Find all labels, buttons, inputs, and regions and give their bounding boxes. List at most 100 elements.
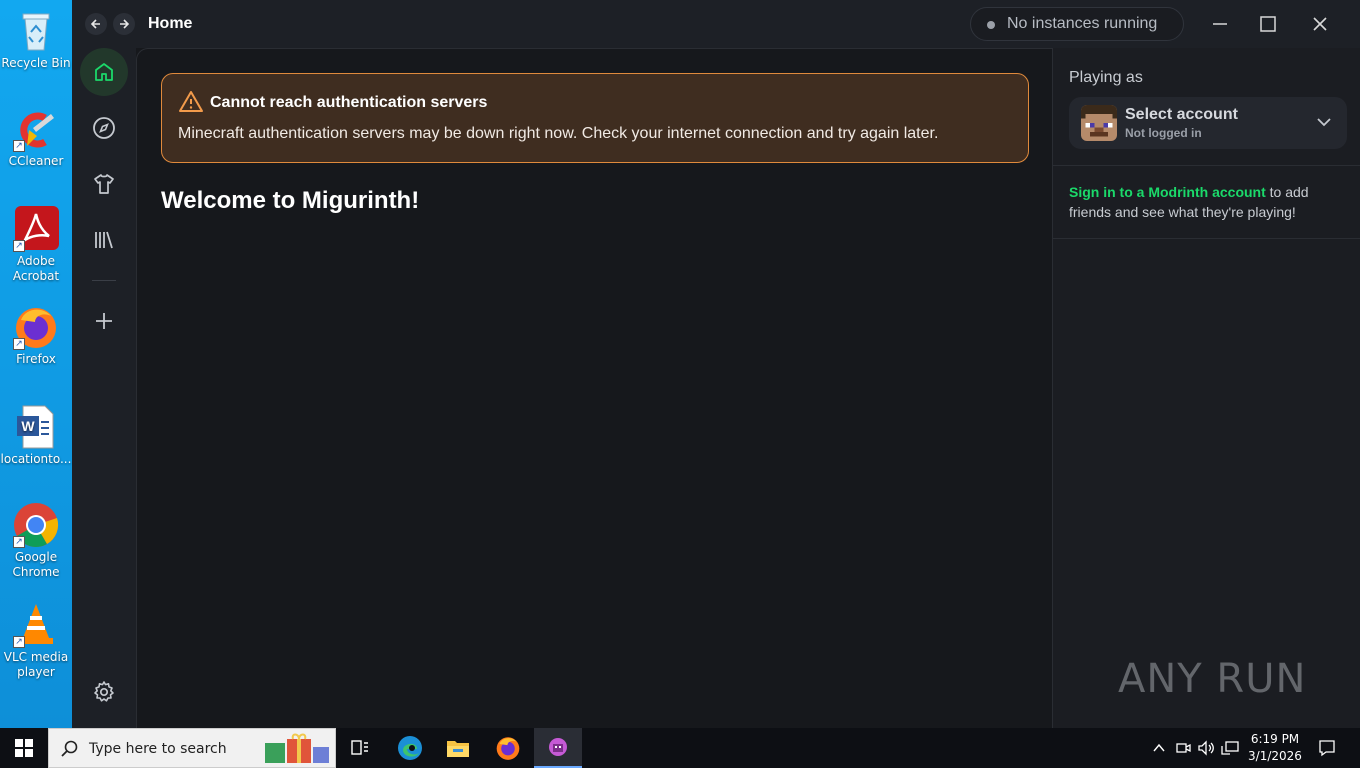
svg-text:W: W — [21, 418, 35, 434]
minimize-icon — [1213, 23, 1227, 25]
shortcut-arrow-icon: ↗ — [13, 240, 25, 252]
sidebar-item-browse[interactable] — [80, 104, 128, 152]
taskbar-clock[interactable]: 6:19 PM 3/1/2026 — [1240, 731, 1310, 765]
instances-status-button[interactable]: No instances running — [970, 7, 1184, 41]
desktop-icon-recycle-bin[interactable]: Recycle Bin — [0, 8, 72, 71]
anyrun-watermark: ANY RUN — [1118, 656, 1306, 702]
desktop-icon-ccleaner[interactable]: ↗ CCleaner — [0, 106, 72, 169]
desktop-icon-word-document[interactable]: W locationto... — [0, 404, 72, 467]
volume-icon[interactable] — [1197, 740, 1215, 756]
desktop: Recycle Bin ↗ CCleaner ↗ Adobe Acrobat ↗… — [0, 0, 72, 728]
folder-icon — [447, 741, 469, 757]
account-status: Not logged in — [1125, 126, 1202, 140]
maximize-button[interactable] — [1253, 10, 1283, 38]
playing-as-label: Playing as — [1069, 69, 1143, 86]
watermark-text: ANY RUN — [1118, 656, 1307, 702]
status-dot-icon — [987, 21, 995, 29]
account-select-dropdown[interactable]: Select account Not logged in — [1069, 97, 1347, 149]
home-icon — [95, 63, 113, 81]
forward-button[interactable] — [113, 13, 135, 35]
panel-divider — [1053, 165, 1360, 166]
taskbar-file-explorer[interactable] — [434, 728, 482, 768]
skins-icon — [94, 174, 114, 194]
firefox-icon: ↗ — [13, 304, 59, 350]
alert-title: Cannot reach authentication servers — [210, 94, 488, 111]
taskbar-edge[interactable] — [386, 728, 434, 768]
desktop-icon-firefox[interactable]: ↗ Firefox — [0, 304, 72, 367]
desktop-icon-google-chrome[interactable]: ↗ Google Chrome — [0, 502, 72, 580]
compass-icon — [93, 117, 115, 139]
desktop-icon-label: Google Chrome — [12, 550, 60, 579]
vlc-icon: ↗ — [13, 602, 59, 648]
launcher-window: Home No instances running Cannot reach a… — [72, 0, 1360, 728]
account-name: Select account — [1125, 106, 1238, 123]
maximize-icon — [1260, 16, 1276, 32]
gift-decoration-icon — [265, 733, 329, 763]
back-button[interactable] — [85, 13, 107, 35]
windows-logo-icon — [15, 739, 33, 757]
sidebar-item-home[interactable] — [80, 48, 128, 96]
firefox-icon — [496, 737, 520, 760]
shortcut-arrow-icon: ↗ — [13, 536, 25, 548]
sidebar-item-library[interactable] — [80, 216, 128, 264]
shortcut-arrow-icon: ↗ — [13, 140, 25, 152]
close-icon — [1313, 17, 1327, 31]
launcher-app-icon — [549, 738, 567, 756]
chevron-up-icon[interactable] — [1152, 741, 1166, 755]
recycle-bin-icon — [13, 8, 59, 54]
desktop-icon-label: CCleaner — [8, 154, 64, 168]
desktop-icon-label: Adobe Acrobat — [12, 254, 60, 283]
plus-icon — [96, 313, 112, 329]
instances-status-label: No instances running — [1007, 15, 1158, 32]
library-icon — [95, 231, 113, 249]
sidebar-divider — [92, 280, 116, 281]
search-icon — [61, 740, 78, 757]
desktop-icon-vlc[interactable]: ↗ VLC media player — [0, 602, 72, 680]
auth-warning-banner: Cannot reach authentication servers Mine… — [161, 73, 1029, 163]
desktop-icon-label: VLC media player — [3, 650, 69, 679]
adobe-acrobat-icon: ↗ — [13, 206, 59, 252]
search-placeholder: Type here to search — [89, 741, 227, 757]
clock-time: 6:19 PM — [1250, 732, 1300, 746]
shortcut-arrow-icon: ↗ — [13, 338, 25, 350]
account-panel: Playing as Select account Not logged in — [1052, 48, 1360, 728]
minimize-button[interactable] — [1205, 10, 1235, 38]
steve-avatar-icon — [1081, 105, 1117, 141]
shortcut-arrow-icon: ↗ — [13, 636, 25, 648]
signin-prompt: Sign in to a Modrinth account to add fri… — [1069, 182, 1349, 222]
sidebar-item-skins[interactable] — [80, 160, 128, 208]
word-document-icon: W — [13, 404, 59, 450]
warning-triangle-icon — [178, 90, 204, 119]
close-button[interactable] — [1305, 10, 1335, 38]
panel-divider — [1053, 238, 1360, 239]
signin-link[interactable]: Sign in to a Modrinth account — [1069, 184, 1266, 200]
app-sidebar — [72, 48, 136, 728]
start-button[interactable] — [0, 728, 48, 768]
title-bar: Home No instances running — [72, 0, 1360, 48]
ccleaner-icon: ↗ — [13, 106, 59, 152]
chevron-down-icon — [1315, 113, 1333, 136]
taskbar-firefox[interactable] — [484, 728, 532, 768]
taskbar-search-box[interactable]: Type here to search — [48, 728, 336, 768]
taskbar: Type here to search 6:19 PM 3/1/2026 — [0, 728, 1360, 768]
welcome-heading: Welcome to Migurinth! — [161, 187, 420, 214]
desktop-icon-adobe-acrobat[interactable]: ↗ Adobe Acrobat — [0, 206, 72, 284]
desktop-icon-label: locationto... — [0, 452, 72, 466]
sidebar-item-create-instance[interactable] — [80, 297, 128, 345]
desktop-icon-label: Recycle Bin — [1, 56, 71, 70]
gear-icon — [94, 681, 114, 702]
notification-icon[interactable] — [1318, 739, 1336, 757]
chrome-icon: ↗ — [13, 502, 59, 548]
task-view-icon — [351, 740, 368, 755]
desktop-icon-label: Firefox — [16, 352, 56, 366]
alert-message: Minecraft authentication servers may be … — [178, 125, 939, 142]
taskbar-launcher[interactable] — [534, 728, 582, 768]
arrow-left-icon — [90, 19, 100, 29]
meet-now-icon[interactable] — [1175, 740, 1191, 756]
arrow-right-icon — [120, 19, 130, 29]
page-title: Home — [148, 15, 193, 32]
clock-date: 3/1/2026 — [1248, 749, 1302, 763]
network-icon[interactable] — [1221, 740, 1239, 756]
sidebar-item-settings[interactable] — [80, 668, 128, 716]
task-view-button[interactable] — [336, 728, 384, 768]
